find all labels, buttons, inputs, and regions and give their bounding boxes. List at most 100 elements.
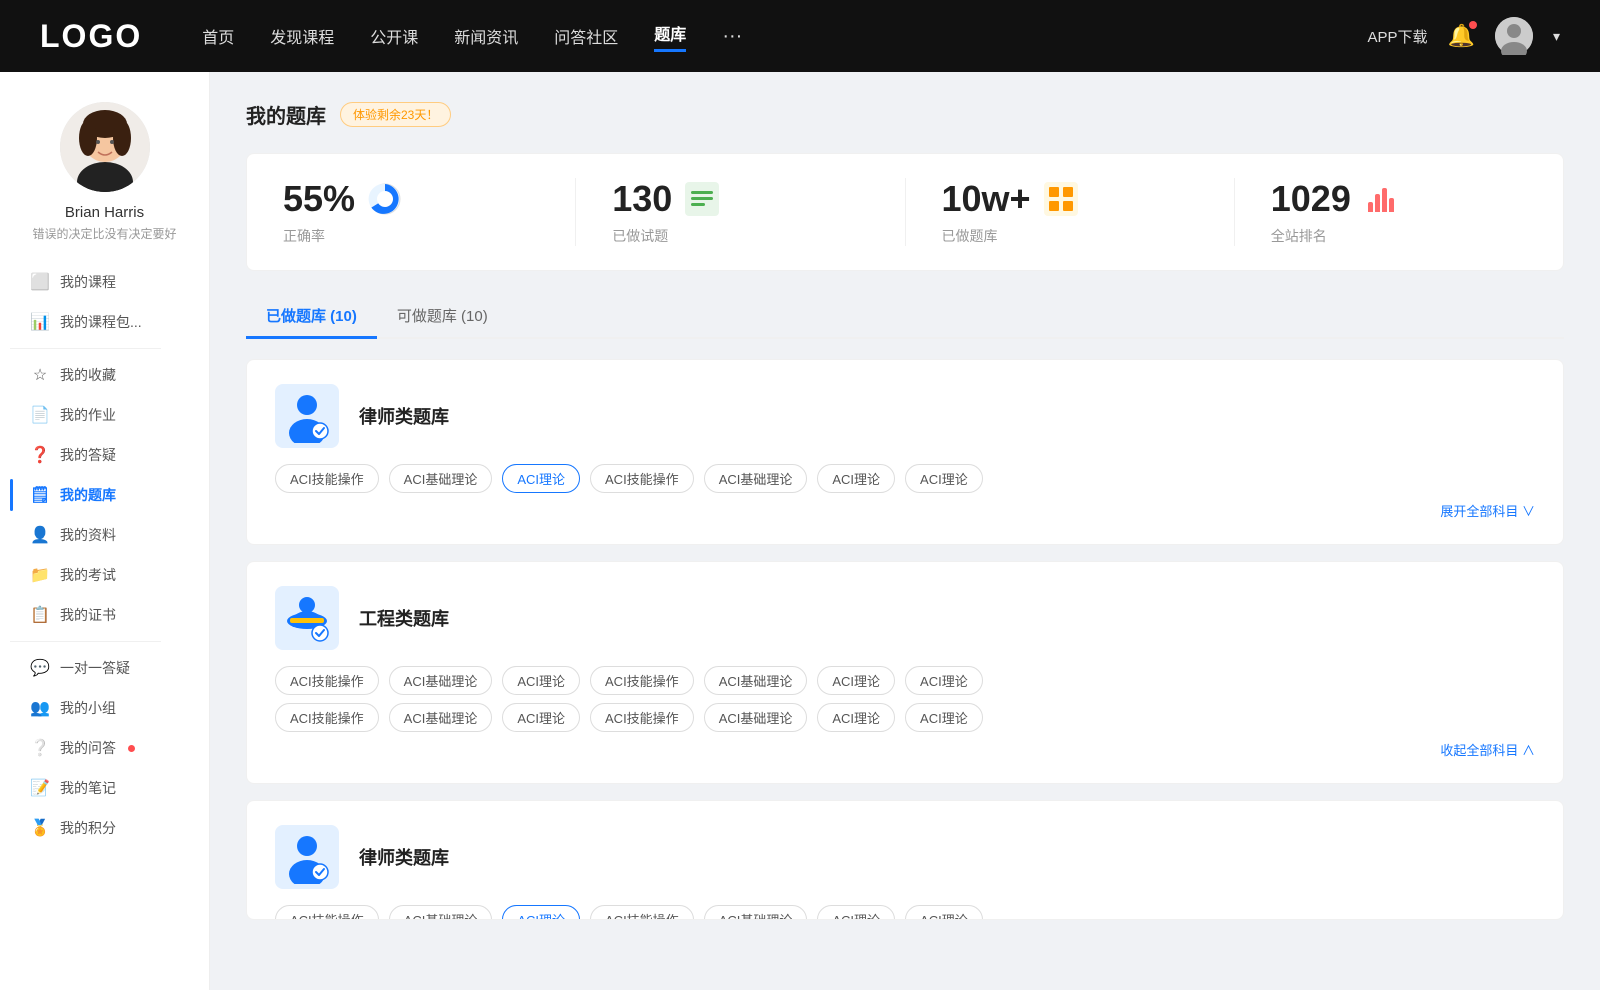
sidebar-item-group[interactable]: 👥 我的小组 <box>10 688 199 728</box>
tag-2-10[interactable]: ACI理论 <box>502 703 580 732</box>
sidebar-item-homework[interactable]: 📄 我的作业 <box>10 395 199 435</box>
sidebar-item-mypkg[interactable]: 📊 我的课程包... <box>10 302 199 342</box>
stat-value-2: 130 <box>612 178 672 220</box>
nav-links: 首页 发现课程 公开课 新闻资讯 问答社区 题库 ··· <box>202 21 1367 52</box>
stat-label-4: 全站排名 <box>1271 226 1327 246</box>
qbank-card-1-header: 律师类题库 <box>275 384 1535 448</box>
nav-news[interactable]: 新闻资讯 <box>454 24 518 48</box>
sidebar-item-qbank[interactable]: 🗒 我的题库 <box>10 475 199 515</box>
sidebar-item-points[interactable]: 🏅 我的积分 <box>10 808 199 848</box>
nav-opencourse[interactable]: 公开课 <box>370 24 418 48</box>
tag-2-12[interactable]: ACI基础理论 <box>704 703 808 732</box>
tag-3-4[interactable]: ACI技能操作 <box>590 905 694 920</box>
tag-3-6[interactable]: ACI理论 <box>817 905 895 920</box>
nav-qa[interactable]: 问答社区 <box>554 24 618 48</box>
tag-1-1[interactable]: ACI技能操作 <box>275 464 379 493</box>
tag-1-6[interactable]: ACI理论 <box>817 464 895 493</box>
qbank-card-2-tags-row1: ACI技能操作 ACI基础理论 ACI理论 ACI技能操作 ACI基础理论 AC… <box>275 666 1535 695</box>
lawyer-icon <box>280 389 334 443</box>
sidebar-item-exam[interactable]: 📁 我的考试 <box>10 555 199 595</box>
tag-3-1[interactable]: ACI技能操作 <box>275 905 379 920</box>
tag-1-2[interactable]: ACI基础理论 <box>389 464 493 493</box>
sidebar-item-favorites[interactable]: ☆ 我的收藏 <box>10 355 199 395</box>
tag-1-3[interactable]: ACI理论 <box>502 464 580 493</box>
tag-3-3[interactable]: ACI理论 <box>502 905 580 920</box>
qbank-card-3-tags: ACI技能操作 ACI基础理论 ACI理论 ACI技能操作 ACI基础理论 AC… <box>275 905 1535 920</box>
tag-1-7[interactable]: ACI理论 <box>905 464 983 493</box>
tag-2-2[interactable]: ACI基础理论 <box>389 666 493 695</box>
note-icon: 📝 <box>30 778 50 798</box>
tag-2-9[interactable]: ACI基础理论 <box>389 703 493 732</box>
tag-2-7[interactable]: ACI理论 <box>905 666 983 695</box>
nav-bell[interactable]: 🔔 <box>1448 23 1475 49</box>
person-icon: 👤 <box>30 525 50 545</box>
sidebar-item-answers[interactable]: ❓ 我的答疑 <box>10 435 199 475</box>
user-motto: 错误的决定比没有决定要好 <box>22 225 186 242</box>
stat-label-3: 已做题库 <box>942 226 998 246</box>
expand-button-1[interactable]: 展开全部科目 ∨ <box>1440 501 1535 520</box>
qbank-card-2-header: 工程类题库 <box>275 586 1535 650</box>
tag-2-11[interactable]: ACI技能操作 <box>590 703 694 732</box>
tag-2-5[interactable]: ACI基础理论 <box>704 666 808 695</box>
lawyer-icon-3 <box>280 830 334 884</box>
tabs-row: 已做题库 (10) 可做题库 (10) <box>246 295 1564 339</box>
qbank-card-3: 律师类题库 ACI技能操作 ACI基础理论 ACI理论 ACI技能操作 ACI基… <box>246 800 1564 920</box>
qbank-card-3-name: 律师类题库 <box>359 844 449 870</box>
page-header: 我的题库 体验剩余23天！ <box>246 100 1564 129</box>
tag-1-4[interactable]: ACI技能操作 <box>590 464 694 493</box>
tag-2-6[interactable]: ACI理论 <box>817 666 895 695</box>
pie-chart-icon <box>367 181 403 217</box>
list-icon <box>684 181 720 217</box>
sidebar-item-myqa[interactable]: ❔ 我的问答 <box>10 728 199 768</box>
tab-done-banks[interactable]: 已做题库 (10) <box>246 295 377 339</box>
qbank-card-1-name: 律师类题库 <box>359 403 449 429</box>
group-icon: 👥 <box>30 698 50 718</box>
question-icon: ❓ <box>30 445 50 465</box>
tag-2-3[interactable]: ACI理论 <box>502 666 580 695</box>
stat-label-1: 正确率 <box>283 226 325 246</box>
logo[interactable]: LOGO <box>40 18 142 55</box>
qbank-card-2: 工程类题库 ACI技能操作 ACI基础理论 ACI理论 ACI技能操作 ACI基… <box>246 561 1564 784</box>
page-wrapper: Brian Harris 错误的决定比没有决定要好 ⬜ 我的课程 📊 我的课程包… <box>0 0 1600 990</box>
avatar-svg <box>1495 17 1533 55</box>
sidebar-item-notes[interactable]: 📝 我的笔记 <box>10 768 199 808</box>
bank-icon: 🗒 <box>30 485 50 505</box>
qbank-card-2-collapse: 收起全部科目 ∧ <box>275 740 1535 759</box>
tag-2-14[interactable]: ACI理论 <box>905 703 983 732</box>
tag-3-2[interactable]: ACI基础理论 <box>389 905 493 920</box>
tag-2-1[interactable]: ACI技能操作 <box>275 666 379 695</box>
sidebar-item-profile[interactable]: 👤 我的资料 <box>10 515 199 555</box>
tag-1-5[interactable]: ACI基础理论 <box>704 464 808 493</box>
tag-2-13[interactable]: ACI理论 <box>817 703 895 732</box>
engineer-icon <box>280 591 334 645</box>
collapse-button-2[interactable]: 收起全部科目 ∧ <box>1440 740 1535 759</box>
stat-top-1: 55% <box>283 178 403 220</box>
nav-discover[interactable]: 发现课程 <box>270 24 334 48</box>
sidebar-item-mycourse[interactable]: ⬜ 我的课程 <box>10 262 199 302</box>
navbar: LOGO 首页 发现课程 公开课 新闻资讯 问答社区 题库 ··· APP下载 … <box>0 0 1600 72</box>
sidebar-item-tutor[interactable]: 💬 一对一答疑 <box>10 648 199 688</box>
nav-qbank[interactable]: 题库 <box>654 21 686 52</box>
stat-value-4: 1029 <box>1271 178 1351 220</box>
nav-app-download[interactable]: APP下载 <box>1368 26 1428 47</box>
nav-home[interactable]: 首页 <box>202 24 234 48</box>
sidebar-item-cert[interactable]: 📋 我的证书 <box>10 595 199 635</box>
file-icon: 📁 <box>30 565 50 585</box>
tag-3-7[interactable]: ACI理论 <box>905 905 983 920</box>
qbank-card-3-header: 律师类题库 <box>275 825 1535 889</box>
stat-top-3: 10w+ <box>942 178 1079 220</box>
nav-right: APP下载 🔔 ▾ <box>1368 17 1560 55</box>
tab-available-banks[interactable]: 可做题库 (10) <box>377 295 508 339</box>
tag-3-5[interactable]: ACI基础理论 <box>704 905 808 920</box>
cert-icon: 📋 <box>30 605 50 625</box>
tag-2-8[interactable]: ACI技能操作 <box>275 703 379 732</box>
chat-icon: 💬 <box>30 658 50 678</box>
nav-more[interactable]: ··· <box>722 25 742 48</box>
avatar[interactable] <box>1495 17 1533 55</box>
chevron-down-icon[interactable]: ▾ <box>1553 28 1560 45</box>
stat-rank: 1029 全站排名 <box>1235 178 1563 246</box>
divider-1 <box>10 348 161 349</box>
tag-2-4[interactable]: ACI技能操作 <box>590 666 694 695</box>
stat-done-banks: 10w+ 已做题库 <box>906 178 1235 246</box>
divider-2 <box>10 641 161 642</box>
